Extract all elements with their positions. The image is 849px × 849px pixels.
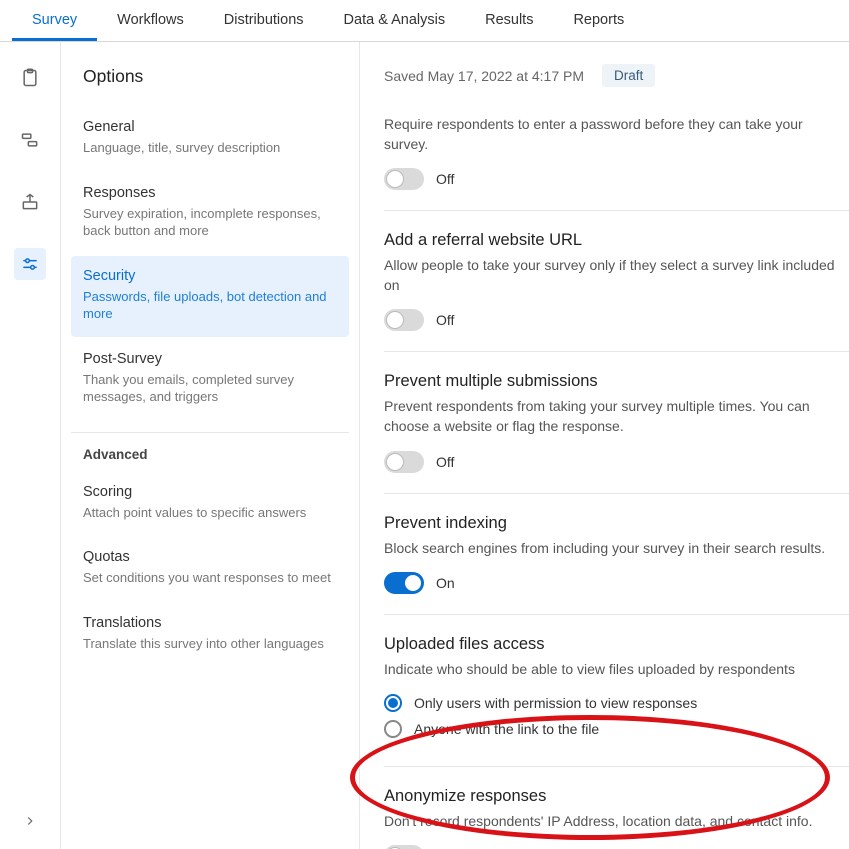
toggle-label: Off (436, 171, 454, 187)
setting-anonymize: Anonymize responses Don't record respond… (384, 787, 849, 849)
sidebar-item-title: Translations (83, 615, 337, 631)
sidebar-item-title: Scoring (83, 484, 337, 500)
sidebar-item-desc: Translate this survey into other languag… (83, 635, 337, 653)
sidebar-item-desc: Survey expiration, incomplete responses,… (83, 205, 337, 240)
setting-desc: Prevent respondents from taking your sur… (384, 397, 849, 436)
status-row: Saved May 17, 2022 at 4:17 PM Draft (384, 64, 849, 87)
toggle-prevent-multiple[interactable] (384, 451, 424, 473)
sidebar-item-title: Security (83, 268, 337, 284)
sidebar-item-scoring[interactable]: Scoring Attach point values to specific … (71, 472, 349, 536)
radio-upload-anyone[interactable] (384, 720, 402, 738)
sidebar-item-translations[interactable]: Translations Translate this survey into … (71, 603, 349, 667)
sidebar-item-security[interactable]: Security Passwords, file uploads, bot de… (71, 256, 349, 337)
sidebar-item-desc: Attach point values to specific answers (83, 504, 337, 522)
status-badge: Draft (602, 64, 655, 87)
tab-data-analysis[interactable]: Data & Analysis (324, 0, 466, 41)
setting-uploaded-files: Uploaded files access Indicate who shoul… (384, 635, 849, 767)
setting-desc: Indicate who should be able to view file… (384, 660, 849, 680)
sidebar-item-title: Responses (83, 185, 337, 201)
tab-reports[interactable]: Reports (553, 0, 644, 41)
saved-timestamp: Saved May 17, 2022 at 4:17 PM (384, 68, 584, 84)
icon-rail (0, 42, 60, 849)
toggle-label: On (436, 575, 455, 591)
rail-options-icon[interactable] (14, 248, 46, 280)
sidebar-divider (71, 432, 349, 433)
toggle-password[interactable] (384, 168, 424, 190)
tab-survey[interactable]: Survey (12, 0, 97, 41)
tab-workflows[interactable]: Workflows (97, 0, 204, 41)
sidebar-item-quotas[interactable]: Quotas Set conditions you want responses… (71, 537, 349, 601)
toggle-anonymize[interactable] (384, 845, 424, 849)
toggle-referral[interactable] (384, 309, 424, 331)
sidebar-item-desc: Passwords, file uploads, bot detection a… (83, 288, 337, 323)
sidebar-item-post-survey[interactable]: Post-Survey Thank you emails, completed … (71, 339, 349, 420)
sidebar-item-title: Quotas (83, 549, 337, 565)
toggle-label: Off (436, 454, 454, 470)
radio-label: Anyone with the link to the file (414, 721, 599, 737)
rail-builder-icon[interactable] (14, 62, 46, 94)
options-sidebar: Options General Language, title, survey … (60, 42, 360, 849)
rail-flow-icon[interactable] (14, 124, 46, 156)
content-panel: Saved May 17, 2022 at 4:17 PM Draft Requ… (360, 42, 849, 849)
toggle-prevent-indexing[interactable] (384, 572, 424, 594)
sidebar-item-desc: Language, title, survey description (83, 139, 337, 157)
setting-desc: Block search engines from including your… (384, 539, 849, 559)
setting-title: Prevent indexing (384, 514, 849, 533)
top-tabs: Survey Workflows Distributions Data & An… (0, 0, 849, 42)
setting-prevent-multiple: Prevent multiple submissions Prevent res… (384, 372, 849, 493)
radio-upload-permission[interactable] (384, 694, 402, 712)
setting-desc: Allow people to take your survey only if… (384, 256, 849, 295)
sidebar-title: Options (61, 66, 359, 107)
sidebar-advanced-label: Advanced (71, 447, 349, 472)
toggle-label: Off (436, 312, 454, 328)
setting-desc: Require respondents to enter a password … (384, 115, 849, 154)
sidebar-item-responses[interactable]: Responses Survey expiration, incomplete … (71, 173, 349, 254)
tab-distributions[interactable]: Distributions (204, 0, 324, 41)
rail-look-feel-icon[interactable] (14, 186, 46, 218)
setting-title: Prevent multiple submissions (384, 372, 849, 391)
setting-desc: Don't record respondents' IP Address, lo… (384, 812, 849, 832)
sidebar-item-general[interactable]: General Language, title, survey descript… (71, 107, 349, 171)
tab-results[interactable]: Results (465, 0, 553, 41)
sidebar-item-title: Post-Survey (83, 351, 337, 367)
sidebar-item-desc: Set conditions you want responses to mee… (83, 569, 337, 587)
setting-referral: Add a referral website URL Allow people … (384, 231, 849, 352)
setting-title: Anonymize responses (384, 787, 849, 806)
radio-label: Only users with permission to view respo… (414, 695, 697, 711)
setting-password: Require respondents to enter a password … (384, 115, 849, 211)
setting-title: Add a referral website URL (384, 231, 849, 250)
sidebar-item-title: General (83, 119, 337, 135)
setting-title: Uploaded files access (384, 635, 849, 654)
rail-expand-icon[interactable] (14, 805, 46, 837)
setting-prevent-indexing: Prevent indexing Block search engines fr… (384, 514, 849, 616)
sidebar-item-desc: Thank you emails, completed survey messa… (83, 371, 337, 406)
